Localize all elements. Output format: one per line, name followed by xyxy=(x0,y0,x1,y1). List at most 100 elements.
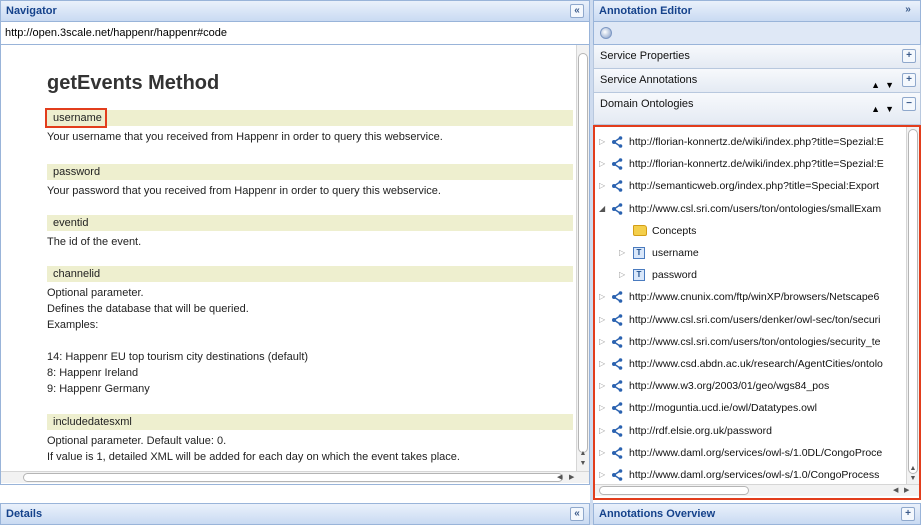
scroll-up-arrow-icon[interactable]: ▲ xyxy=(577,449,589,459)
expand-arrow-icon[interactable]: ▷ xyxy=(599,153,605,175)
tree-item-label: http://moguntia.ucd.ie/owl/Datatypes.owl xyxy=(629,402,817,415)
domain-ontologies-section[interactable]: Domain Ontologies ▲ ▼ − xyxy=(593,93,921,125)
tree-item-label: http://rdf.elsie.org.uk/password xyxy=(629,424,772,437)
tree-item-label: http://www.csd.abdn.ac.uk/research/Agent… xyxy=(629,358,883,370)
scroll-right-arrow-icon[interactable]: ▶ xyxy=(904,485,909,496)
expand-arrow-icon[interactable]: ▷ xyxy=(599,286,605,308)
details-header[interactable]: Details « xyxy=(0,503,590,525)
service-annotations-section[interactable]: Service Annotations ▲ ▼ + xyxy=(593,69,921,93)
param-desc: Defines the database that will be querie… xyxy=(47,303,249,315)
scroll-thumb[interactable] xyxy=(578,53,588,453)
expand-arrow-icon[interactable]: ▷ xyxy=(599,442,605,464)
param-desc: 9: Happenr Germany xyxy=(47,383,150,395)
scroll-left-arrow-icon[interactable]: ◀ xyxy=(557,472,562,483)
expand-arrow-icon[interactable]: ▷ xyxy=(619,264,625,286)
section-label: Service Properties xyxy=(600,50,690,62)
tree-item-label: http://www.csl.sri.com/users/ton/ontolog… xyxy=(629,335,881,348)
param-desc: If value is 1, detailed XML will be adde… xyxy=(47,451,460,463)
ontology-item[interactable]: ▷ http://florian-konnertz.de/wiki/index.p… xyxy=(595,153,905,175)
scroll-down-arrow-icon[interactable]: ▼ xyxy=(577,459,589,469)
scroll-thumb[interactable] xyxy=(908,129,918,474)
ontology-item[interactable]: ▷ http://rdf.elsie.org.uk/password xyxy=(595,420,905,442)
minus-icon[interactable]: − xyxy=(902,97,916,111)
tree-item-label: Concepts xyxy=(652,224,697,237)
section-label: Domain Ontologies xyxy=(600,98,694,110)
ontology-item[interactable]: ▷ http://www.cnunix.com/ftp/winXP/browser… xyxy=(595,286,905,308)
url-field[interactable]: http://open.3scale.net/happenr/happenr#c… xyxy=(0,22,590,45)
concept-item[interactable]: ▷ Tpassword xyxy=(595,264,905,286)
details-title: Details xyxy=(6,508,43,520)
section-label: Service Annotations xyxy=(600,74,698,86)
method-document: getEvents Method username Your username … xyxy=(1,45,576,470)
param-desc: Optional parameter. xyxy=(47,287,144,299)
expand-arrow-icon[interactable]: ▷ xyxy=(619,242,625,264)
ontology-item[interactable]: ▷ http://www.w3.org/2003/01/geo/wgs84_pos xyxy=(595,375,905,397)
scroll-down-arrow-icon[interactable]: ▼ xyxy=(907,474,919,484)
ontology-icon xyxy=(612,469,623,481)
ontology-item[interactable]: ▷ http://www.csl.sri.com/users/denker/owl… xyxy=(595,309,905,331)
expand-arrow-icon[interactable]: ▷ xyxy=(599,309,605,331)
tree-item-label: http://www.csl.sri.com/users/ton/ontolog… xyxy=(629,202,882,215)
plus-icon[interactable]: + xyxy=(902,73,916,87)
double-chevron-right-icon[interactable]: » xyxy=(901,4,915,18)
ontology-icon xyxy=(612,380,623,392)
expand-arrow-icon[interactable]: ▷ xyxy=(599,420,605,442)
tree-horizontal-scrollbar[interactable]: ◀ ▶ xyxy=(595,484,919,496)
expand-arrow-icon[interactable]: ▷ xyxy=(599,131,605,153)
ontology-item[interactable]: ▷ http://www.daml.org/services/owl-s/1.0D… xyxy=(595,442,905,464)
tree-vertical-scrollbar[interactable]: ▲ ▼ xyxy=(906,127,919,484)
tree-item-label: http://www.csl.sri.com/users/denker/owl-… xyxy=(629,313,881,326)
plus-icon[interactable]: + xyxy=(902,49,916,63)
method-title: getEvents Method xyxy=(47,72,220,94)
param-name: includedatesxml xyxy=(47,414,573,430)
username-highlight xyxy=(45,108,107,128)
param-name: username xyxy=(47,110,573,126)
annotation-toolbar xyxy=(593,22,921,45)
tree-item-label: password xyxy=(652,269,697,282)
scroll-right-arrow-icon[interactable]: ▶ xyxy=(569,472,574,483)
annotation-editor-title: Annotation Editor xyxy=(599,5,692,17)
ontology-icon xyxy=(612,424,623,437)
expand-arrow-icon[interactable]: ▷ xyxy=(599,397,605,419)
expand-arrow-icon[interactable]: ▷ xyxy=(599,375,605,397)
param-desc: Your username that you received from Hap… xyxy=(47,131,443,143)
scroll-up-arrow-icon[interactable]: ▲ xyxy=(907,464,919,474)
navigator-title: Navigator xyxy=(6,5,57,17)
expand-arrow-icon[interactable]: ▷ xyxy=(599,175,605,197)
ontology-item[interactable]: ▷ http://www.csl.sri.com/users/ton/ontolo… xyxy=(595,331,905,353)
ontology-item[interactable]: ▷ http://www.daml.org/services/owl-s/1.0/… xyxy=(595,464,905,486)
ontology-item[interactable]: ◢ http://www.csl.sri.com/users/ton/ontolo… xyxy=(595,198,905,220)
expand-arrow-icon[interactable]: ▷ xyxy=(599,464,605,486)
ontology-item[interactable]: ▷ http://semanticweb.org/index.php?title=… xyxy=(595,175,905,197)
double-chevron-up-icon[interactable]: « xyxy=(570,507,584,521)
concept-item[interactable]: ▷ Tusername xyxy=(595,242,905,264)
scroll-thumb[interactable] xyxy=(599,486,749,495)
ontology-item[interactable]: ▷ http://florian-konnertz.de/wiki/index.p… xyxy=(595,131,905,153)
scroll-thumb[interactable] xyxy=(23,473,563,482)
service-properties-section[interactable]: Service Properties + xyxy=(593,45,921,69)
expand-arrow-icon[interactable]: ▷ xyxy=(599,353,605,375)
double-chevron-up-icon[interactable]: « xyxy=(570,4,584,18)
tree-item-label: http://www.cnunix.com/ftp/winXP/browsers… xyxy=(629,291,880,304)
collapse-arrow-icon[interactable]: ◢ xyxy=(599,198,605,220)
refresh-icon[interactable] xyxy=(600,27,612,39)
move-down-icon[interactable]: ▼ xyxy=(885,98,894,121)
param-desc: 8: Happenr Ireland xyxy=(47,367,139,379)
ontology-item[interactable]: ▷ http://www.csd.abdn.ac.uk/research/Agen… xyxy=(595,353,905,375)
domain-ontologies-tree: ▷ http://florian-konnertz.de/wiki/index.p… xyxy=(593,125,921,500)
navigator-vertical-scrollbar[interactable]: ▲ ▼ xyxy=(576,45,589,471)
ontology-item[interactable]: ▷ http://moguntia.ucd.ie/owl/Datatypes.ow… xyxy=(595,397,905,419)
tree-item-label: http://florian-konnertz.de/wiki/index.ph… xyxy=(629,158,884,171)
annotations-overview-header[interactable]: Annotations Overview + xyxy=(593,503,921,525)
concepts-folder-item[interactable]: Concepts xyxy=(595,220,905,242)
ontology-icon xyxy=(612,446,623,459)
scroll-left-arrow-icon[interactable]: ◀ xyxy=(893,485,898,496)
move-up-icon[interactable]: ▲ xyxy=(871,98,880,121)
expand-arrow-icon[interactable]: ▷ xyxy=(599,331,605,353)
ontology-icon xyxy=(612,136,623,148)
ontology-icon xyxy=(612,358,623,370)
plus-icon[interactable]: + xyxy=(901,507,915,521)
ontology-icon xyxy=(612,335,623,348)
navigator-horizontal-scrollbar[interactable]: ◀ ▶ xyxy=(1,471,589,483)
type-icon: T xyxy=(633,247,645,259)
